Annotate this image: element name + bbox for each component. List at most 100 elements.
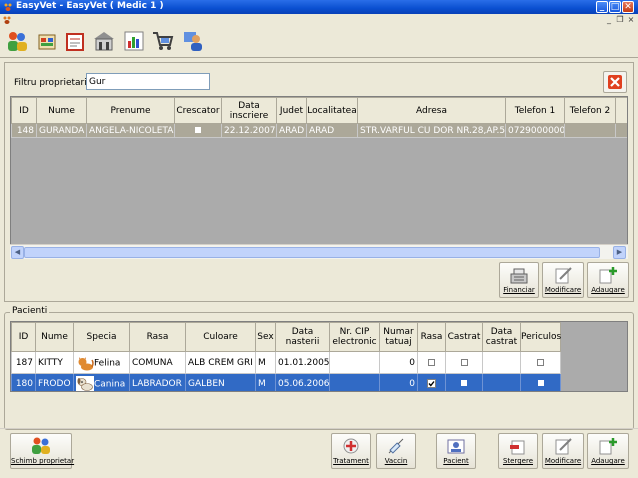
rasa-checkbox[interactable] — [428, 358, 435, 366]
schimb-proprietar-button[interactable]: Schimb proprietar — [10, 433, 74, 469]
col-prenume[interactable]: Prenume — [86, 97, 175, 124]
scroll-right-arrow[interactable]: ▶ — [613, 246, 626, 259]
table-row[interactable]: 187 KITTY Felina COMUNA ALB CREM GRI M 0… — [11, 351, 561, 374]
col-crescator[interactable]: Crescator — [174, 97, 222, 124]
stergere-label: Stergere — [502, 457, 534, 465]
col-telefon2[interactable]: Telefon 2 — [564, 97, 616, 124]
col-judet[interactable]: Judet — [276, 97, 307, 124]
cell-tatuaj: 0 — [379, 373, 418, 391]
cell-data-castrat — [482, 373, 521, 391]
cell-rasa-check[interactable] — [417, 373, 446, 391]
cell-castrat[interactable] — [445, 373, 483, 391]
col-tatuaj[interactable]: Numar tatuaj — [379, 322, 418, 352]
patients-grid: ID Nume Specia Rasa Culoare Sex Data nas… — [10, 321, 628, 392]
maximize-button[interactable]: □ — [609, 1, 621, 13]
close-button[interactable]: ✕ — [622, 1, 634, 13]
cell-data-inscriere: 22.12.2007 — [221, 123, 277, 138]
cell-tatuaj: 0 — [379, 351, 418, 374]
col-castrat[interactable]: Castrat — [445, 322, 483, 352]
col-cip[interactable]: Nr. CIP electronic — [329, 322, 380, 352]
cell-telefon1: 0729000000 — [505, 123, 565, 138]
mdi-minimize-button[interactable]: _ — [604, 15, 614, 24]
checked-checkbox-icon[interactable] — [427, 378, 436, 388]
specia-text: Canina — [94, 379, 126, 389]
adaugare-owner-button[interactable]: Adaugare — [587, 262, 629, 298]
tratament-label: Tratament — [333, 457, 369, 465]
castrat-checkbox[interactable] — [461, 380, 467, 386]
col-sex[interactable]: Sex — [255, 322, 276, 352]
modificare-patient-button[interactable]: Modificare — [542, 433, 584, 469]
col-nume[interactable]: Nume — [35, 322, 74, 352]
shop-cart-icon[interactable] — [150, 28, 176, 54]
periculos-checkbox[interactable] — [537, 358, 544, 366]
col-rasa[interactable]: Rasa — [129, 322, 186, 352]
edit-icon — [555, 267, 572, 284]
cell-data-castrat — [482, 351, 521, 374]
pacient-button[interactable]: Pacient — [436, 433, 476, 469]
periculos-checkbox[interactable] — [537, 380, 544, 386]
col-rasa-check[interactable]: Rasa — [417, 322, 446, 352]
edit-icon — [555, 438, 572, 455]
owners-grid: ID Nume Prenume Crescator Data inscriere… — [10, 96, 628, 259]
crescator-checkbox[interactable] — [195, 127, 201, 133]
modificare-owner-button[interactable]: Modificare — [542, 262, 584, 298]
cell-nume: FRODO — [35, 373, 74, 391]
col-data-nasterii[interactable]: Data nasterii — [275, 322, 330, 352]
minimize-button[interactable]: _ — [596, 1, 608, 13]
cell-sex: M — [255, 373, 276, 391]
clinic-icon[interactable] — [91, 28, 117, 54]
col-localitatea[interactable]: Localitatea — [306, 97, 358, 124]
owners-hscrollbar[interactable]: ◀ ▶ — [10, 244, 628, 259]
owners-icon[interactable] — [4, 28, 30, 54]
add-icon — [599, 438, 617, 455]
castrat-checkbox[interactable] — [460, 358, 468, 366]
cell-adresa: STR.VARFUL CU DOR NR.28,AP.5 — [357, 123, 506, 138]
cell-id: 180 — [11, 373, 36, 391]
reports-chart-icon[interactable] — [121, 28, 147, 54]
specia-text: Felina — [94, 358, 121, 368]
owner-filter-input[interactable] — [86, 73, 210, 90]
cell-cip — [329, 351, 380, 374]
mdi-restore-button[interactable]: ❐ — [615, 15, 625, 24]
mdi-close-button[interactable]: × — [626, 15, 636, 24]
scroll-left-arrow[interactable]: ◀ — [11, 246, 24, 259]
scroll-thumb[interactable] — [24, 247, 600, 258]
users-icon[interactable] — [180, 28, 206, 54]
cell-periculos[interactable] — [520, 373, 561, 391]
main-toolbar — [0, 26, 638, 58]
table-row[interactable]: 180 FRODO Canina LABRADOR GALBEN M 05.06… — [11, 373, 561, 391]
filter-label: Filtru proprietari — [14, 78, 87, 88]
cell-crescator[interactable] — [174, 123, 222, 138]
vaccin-button[interactable]: Vaccin — [376, 433, 416, 469]
treatment-icon — [343, 438, 359, 454]
col-data-inscriere[interactable]: Data inscriere — [221, 97, 277, 124]
modificare-label: Modificare — [544, 457, 582, 465]
col-culoare[interactable]: Culoare — [185, 322, 256, 352]
col-email[interactable]: em — [615, 97, 627, 124]
col-data-castrat[interactable]: Data castrat — [482, 322, 521, 352]
cell-prenume: ANGELA-NICOLETA — [86, 123, 175, 138]
cell-rasa-check[interactable] — [417, 351, 446, 374]
clear-filter-button[interactable] — [603, 71, 627, 93]
tratament-button[interactable]: Tratament — [331, 433, 371, 469]
financiar-button[interactable]: Financiar — [499, 262, 539, 298]
col-specia[interactable]: Specia — [73, 322, 130, 352]
col-telefon1[interactable]: Telefon 1 — [505, 97, 565, 124]
modificare-label: Modificare — [544, 286, 582, 294]
stergere-button[interactable]: Stergere — [498, 433, 538, 469]
add-icon — [599, 267, 617, 284]
col-nume[interactable]: Nume — [36, 97, 87, 124]
bottom-separator — [0, 428, 638, 429]
calendar-icon[interactable] — [62, 28, 88, 54]
col-periculos[interactable]: Periculos — [520, 322, 561, 352]
col-id[interactable]: ID — [11, 97, 37, 124]
cell-periculos[interactable] — [520, 351, 561, 374]
appointments-icon[interactable] — [34, 28, 60, 54]
app-paw-icon — [4, 3, 12, 11]
table-row[interactable]: 148 GURANDA ANGELA-NICOLETA 22.12.2007 A… — [11, 123, 627, 138]
col-id[interactable]: ID — [11, 322, 36, 352]
col-adresa[interactable]: Adresa — [357, 97, 506, 124]
adaugare-patient-button[interactable]: Adaugare — [587, 433, 629, 469]
financiar-label: Financiar — [503, 286, 535, 294]
cell-castrat[interactable] — [445, 351, 483, 374]
